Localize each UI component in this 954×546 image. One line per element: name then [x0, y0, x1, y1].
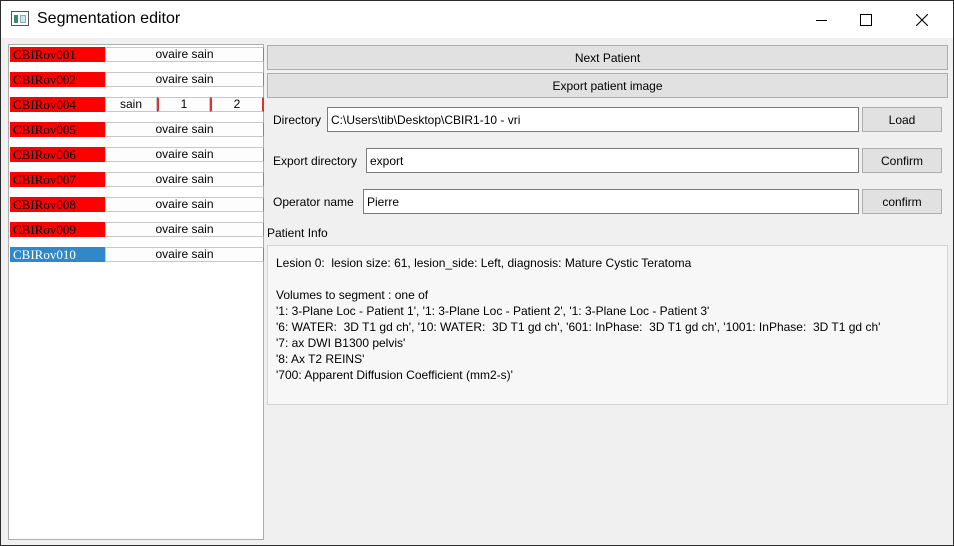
patient-id[interactable]: CBIRov005	[10, 122, 105, 137]
patient-row[interactable]: CBIRov001 ovaire sain	[10, 47, 264, 62]
info-line: '700: Apparent Diffusion Coefficient (mm…	[276, 368, 513, 382]
operator-name-field[interactable]: Pierre	[363, 189, 859, 214]
patient-row[interactable]: CBIRov004 sain 1 2	[10, 97, 264, 112]
minimize-icon	[816, 19, 827, 21]
patient-status[interactable]: ovaire sain	[105, 197, 264, 212]
maximize-button[interactable]	[843, 1, 889, 38]
confirm-export-button[interactable]: Confirm	[862, 148, 942, 173]
confirm-operator-button[interactable]: confirm	[862, 189, 942, 214]
patient-status[interactable]: ovaire sain	[105, 72, 264, 87]
patient-status-cell[interactable]: 2	[210, 97, 264, 112]
patient-status-cell[interactable]: 1	[157, 97, 210, 112]
minimize-button[interactable]	[799, 1, 845, 38]
patient-status[interactable]: ovaire sain	[105, 222, 264, 237]
patient-row[interactable]: CBIRov007 ovaire sain	[10, 172, 264, 187]
info-line: ​	[276, 271, 939, 287]
patient-row[interactable]: CBIRov002 ovaire sain	[10, 72, 264, 87]
operator-name-label: Operator name	[273, 195, 354, 209]
patient-row[interactable]: CBIRov009 ovaire sain	[10, 222, 264, 237]
patient-row[interactable]: CBIRov006 ovaire sain	[10, 147, 264, 162]
app-icon	[11, 11, 29, 26]
patient-id[interactable]: CBIRov006	[10, 147, 105, 162]
load-button[interactable]: Load	[862, 107, 942, 132]
close-button[interactable]	[899, 1, 945, 38]
patient-id[interactable]: CBIRov001	[10, 47, 105, 62]
export-directory-field[interactable]: export	[366, 148, 859, 173]
patient-id[interactable]: CBIRov004	[10, 97, 105, 112]
window-title: Segmentation editor	[37, 10, 181, 27]
patient-id[interactable]: CBIRov002	[10, 72, 105, 87]
info-line: '6: WATER: 3D T1 gd ch', '10: WATER: 3D …	[276, 320, 881, 334]
patient-list[interactable]: CBIRov001 ovaire sain CBIRov002 ovaire s…	[8, 44, 264, 540]
patient-row[interactable]: CBIRov008 ovaire sain	[10, 197, 264, 212]
patient-status-cell[interactable]: sain	[105, 97, 157, 112]
patient-status[interactable]: ovaire sain	[105, 247, 264, 262]
patient-status-split[interactable]: sain 1 2	[105, 97, 264, 112]
directory-label: Directory	[273, 113, 322, 127]
patient-info-box: Lesion 0: lesion size: 61, lesion_side: …	[267, 245, 948, 405]
patient-id[interactable]: CBIRov008	[10, 197, 105, 212]
info-line: Lesion 0: lesion size: 61, lesion_side: …	[276, 256, 692, 270]
patient-row-selected[interactable]: CBIRov010 ovaire sain	[10, 247, 264, 262]
directory-field[interactable]: C:\Users\tib\Desktop\CBIR1-10 - vri	[327, 107, 859, 132]
title-bar: Segmentation editor	[1, 1, 953, 38]
export-directory-label: Export directory	[273, 154, 358, 168]
patient-id[interactable]: CBIRov007	[10, 172, 105, 187]
patient-info-heading: Patient Info	[267, 226, 328, 240]
info-line: Volumes to segment : one of	[276, 288, 429, 302]
next-patient-button[interactable]: Next Patient	[267, 45, 948, 70]
patient-status[interactable]: ovaire sain	[105, 122, 264, 137]
patient-status[interactable]: ovaire sain	[105, 172, 264, 187]
export-patient-image-button[interactable]: Export patient image	[267, 73, 948, 98]
patient-status[interactable]: ovaire sain	[105, 147, 264, 162]
patient-id[interactable]: CBIRov010	[10, 247, 105, 262]
patient-id[interactable]: CBIRov009	[10, 222, 105, 237]
maximize-icon	[860, 13, 872, 26]
patient-row[interactable]: CBIRov005 ovaire sain	[10, 122, 264, 137]
app-window: Segmentation editor CBIRov001 ovaire sai…	[0, 0, 954, 546]
info-line: '7: ax DWI B1300 pelvis'	[276, 336, 406, 350]
info-line: '1: 3-Plane Loc - Patient 1', '1: 3-Plan…	[276, 304, 710, 318]
close-icon	[916, 13, 928, 26]
patient-status[interactable]: ovaire sain	[105, 47, 264, 62]
info-line: '8: Ax T2 REINS'	[276, 352, 365, 366]
